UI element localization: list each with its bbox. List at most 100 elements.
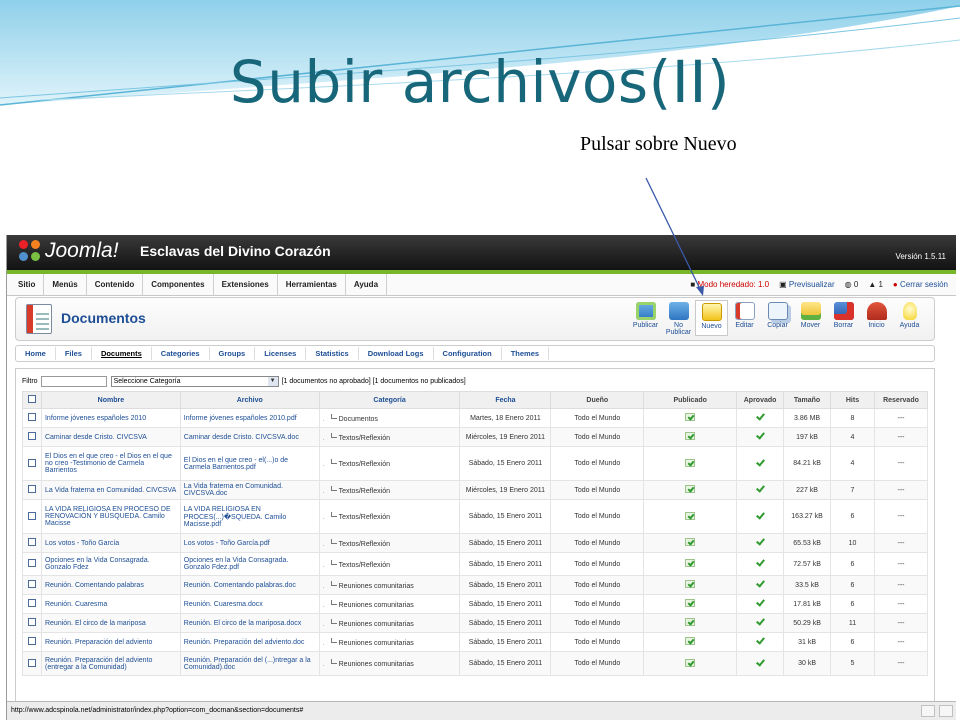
- menu-item-herramientas[interactable]: Herramientas: [278, 273, 346, 296]
- row-checkbox[interactable]: [27, 413, 36, 421]
- row-checkbox[interactable]: [27, 637, 36, 645]
- table-row[interactable]: El Dios en el que creo - el Dios en el q…: [22, 446, 929, 481]
- document-file-link[interactable]: La Vida fraterna en Comunidad. CIVCSVA.d…: [179, 480, 320, 500]
- table-row[interactable]: Reunión. Preparación del adviento Reunión…: [22, 632, 929, 652]
- copy-button[interactable]: Copiar: [761, 300, 794, 336]
- column-header-categoria[interactable]: Categoría: [318, 391, 461, 409]
- new-button[interactable]: Nuevo: [695, 300, 728, 336]
- menu-item-menus[interactable]: Menús: [44, 273, 87, 296]
- published-icon[interactable]: [685, 511, 696, 520]
- preview-link[interactable]: ▣ Previsualizar: [779, 274, 835, 296]
- row-checkbox[interactable]: [27, 658, 36, 667]
- published-icon[interactable]: [685, 580, 696, 588]
- published-icon[interactable]: [685, 618, 696, 626]
- approved-icon[interactable]: [755, 618, 765, 626]
- filter-input[interactable]: [40, 376, 107, 387]
- approved-icon[interactable]: [755, 659, 765, 667]
- approved-icon[interactable]: [755, 413, 765, 421]
- select-all-checkbox[interactable]: [27, 395, 36, 403]
- published-icon[interactable]: [685, 599, 696, 607]
- table-row[interactable]: Reunión. Comentando palabras Reunión. Com…: [22, 575, 929, 595]
- document-name-link[interactable]: El Dios en el que creo - el Dios en el q…: [40, 446, 181, 481]
- row-checkbox[interactable]: [27, 511, 36, 520]
- published-icon[interactable]: [685, 413, 696, 421]
- table-row[interactable]: Opciones en la Vida Consagrada. Gonzalo …: [22, 552, 929, 576]
- edit-button[interactable]: Editar: [728, 300, 761, 336]
- submenu-themes[interactable]: Themes: [502, 347, 550, 360]
- category-select[interactable]: Seleccione Categoría: [110, 376, 279, 387]
- submenu-configuration[interactable]: Configuration: [434, 347, 502, 360]
- submenu-categories[interactable]: Categories: [152, 347, 210, 360]
- table-row[interactable]: Reunión. El circo de la mariposa Reunión.…: [22, 613, 929, 633]
- published-icon[interactable]: [685, 559, 696, 567]
- document-file-link[interactable]: Reunión. Preparación del adviento.doc: [179, 632, 320, 652]
- column-header-archivo[interactable]: Archivo: [179, 391, 320, 409]
- document-name-link[interactable]: Reunión. Comentando palabras: [40, 575, 181, 595]
- unpublish-button[interactable]: No Publicar: [662, 300, 695, 336]
- approved-icon[interactable]: [755, 580, 765, 588]
- submenu-statistics[interactable]: Statistics: [306, 347, 359, 360]
- table-row[interactable]: Reunión. Cuaresma Reunión. Cuaresma.docx.…: [22, 594, 929, 614]
- document-name-link[interactable]: Los votos - Toño García: [40, 533, 181, 553]
- document-file-link[interactable]: Reunión. Comentando palabras.doc: [179, 575, 320, 595]
- submenu-groups[interactable]: Groups: [210, 347, 256, 360]
- document-name-link[interactable]: Informe jóvenes españoles 2010: [40, 408, 181, 428]
- document-name-link[interactable]: Caminar desde Cristo. CIVCSVA: [40, 427, 181, 447]
- menu-item-componentes[interactable]: Componentes: [143, 273, 214, 296]
- row-checkbox[interactable]: [27, 458, 36, 467]
- row-checkbox[interactable]: [27, 432, 36, 440]
- published-icon[interactable]: [685, 658, 696, 667]
- document-file-link[interactable]: Caminar desde Cristo. CIVCSVA.doc: [179, 427, 320, 447]
- table-row[interactable]: LA VIDA RELIGIOSA EN PROCESO DE RENOVACI…: [22, 499, 929, 534]
- document-name-link[interactable]: Reunión. El circo de la mariposa: [40, 613, 181, 633]
- submenu-documents[interactable]: Documents: [92, 347, 152, 360]
- approved-icon[interactable]: [755, 538, 765, 546]
- row-checkbox[interactable]: [27, 559, 36, 567]
- menu-item-ayuda[interactable]: Ayuda: [346, 273, 388, 296]
- published-icon[interactable]: [685, 485, 696, 493]
- approved-icon[interactable]: [755, 512, 765, 520]
- publish-button[interactable]: Publicar: [629, 300, 662, 336]
- table-row[interactable]: La Vida fraterna en Comunidad. CIVCSVA La…: [22, 480, 929, 500]
- column-header-fecha[interactable]: Fecha: [459, 391, 552, 409]
- document-file-link[interactable]: LA VIDA RELIGIOSA EN PROCES(...)�SQUEDA.…: [179, 499, 320, 534]
- document-name-link[interactable]: Reunión. Cuaresma: [40, 594, 181, 614]
- document-file-link[interactable]: Reunión. Preparación del (...)ntregar a …: [179, 651, 320, 676]
- document-file-link[interactable]: Informe jóvenes españoles 2010.pdf: [179, 408, 320, 428]
- menu-item-contenido[interactable]: Contenido: [87, 273, 144, 296]
- document-file-link[interactable]: Los votos - Toño García.pdf: [179, 533, 320, 553]
- move-button[interactable]: Mover: [794, 300, 827, 336]
- approved-icon[interactable]: [755, 637, 765, 645]
- row-checkbox[interactable]: [27, 485, 36, 493]
- help-button[interactable]: Ayuda: [893, 300, 926, 336]
- document-name-link[interactable]: Opciones en la Vida Consagrada. Gonzalo …: [40, 552, 181, 576]
- published-icon[interactable]: [685, 637, 696, 645]
- document-name-link[interactable]: Reunión. Preparación del adviento (entre…: [40, 651, 181, 676]
- table-row[interactable]: Reunión. Preparación del adviento (entre…: [22, 651, 929, 676]
- home-button[interactable]: Inicio: [860, 300, 893, 336]
- row-checkbox[interactable]: [27, 538, 36, 546]
- published-icon[interactable]: [685, 432, 696, 440]
- approved-icon[interactable]: [755, 459, 765, 467]
- table-row[interactable]: Caminar desde Cristo. CIVCSVA Caminar des…: [22, 427, 929, 447]
- submenu-files[interactable]: Files: [56, 347, 92, 360]
- published-icon[interactable]: [685, 538, 696, 546]
- logout-link[interactable]: ● Cerrar sesión: [893, 274, 948, 296]
- submenu-download-logs[interactable]: Download Logs: [359, 347, 434, 360]
- row-checkbox[interactable]: [27, 618, 36, 626]
- approved-icon[interactable]: [755, 485, 765, 493]
- row-checkbox[interactable]: [27, 599, 36, 607]
- row-checkbox[interactable]: [27, 580, 36, 588]
- document-file-link[interactable]: Reunión. El circo de la mariposa.docx: [179, 613, 320, 633]
- approved-icon[interactable]: [755, 559, 765, 567]
- published-icon[interactable]: [685, 458, 696, 467]
- document-file-link[interactable]: El Dios en el que creo - el(...)o de Car…: [179, 446, 320, 481]
- menu-item-extensiones[interactable]: Extensiones: [214, 273, 278, 296]
- column-header-nombre[interactable]: Nombre: [40, 391, 181, 409]
- document-name-link[interactable]: La Vida fraterna en Comunidad. CIVCSVA: [40, 480, 181, 500]
- messages-count[interactable]: ◍ 0: [845, 274, 859, 296]
- table-row[interactable]: Informe jóvenes españoles 2010 Informe jó…: [22, 408, 929, 428]
- submenu-home[interactable]: Home: [16, 347, 56, 360]
- menu-item-sitio[interactable]: Sitio: [10, 273, 45, 296]
- approved-icon[interactable]: [755, 432, 765, 440]
